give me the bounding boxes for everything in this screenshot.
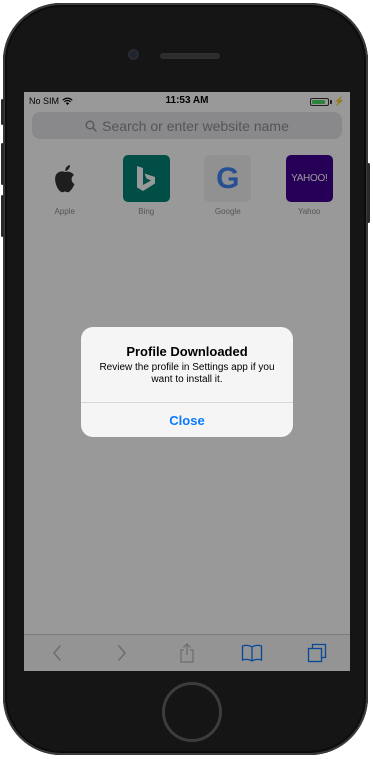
earpiece-speaker bbox=[160, 53, 220, 59]
home-button[interactable] bbox=[162, 682, 222, 742]
volume-down-button bbox=[1, 195, 4, 237]
mute-switch bbox=[1, 99, 4, 125]
alert-title: Profile Downloaded bbox=[126, 344, 248, 359]
close-button[interactable]: Close bbox=[81, 403, 293, 437]
power-button bbox=[367, 163, 370, 223]
alert-message: Review the profile in Settings app if yo… bbox=[99, 362, 275, 385]
profile-downloaded-alert: Profile Downloaded Review the profile in… bbox=[81, 327, 293, 437]
front-camera bbox=[128, 49, 139, 60]
volume-up-button bbox=[1, 143, 4, 185]
phone-screen: No SIM 11:53 AM ⚡ Search or enter websit… bbox=[24, 92, 350, 671]
